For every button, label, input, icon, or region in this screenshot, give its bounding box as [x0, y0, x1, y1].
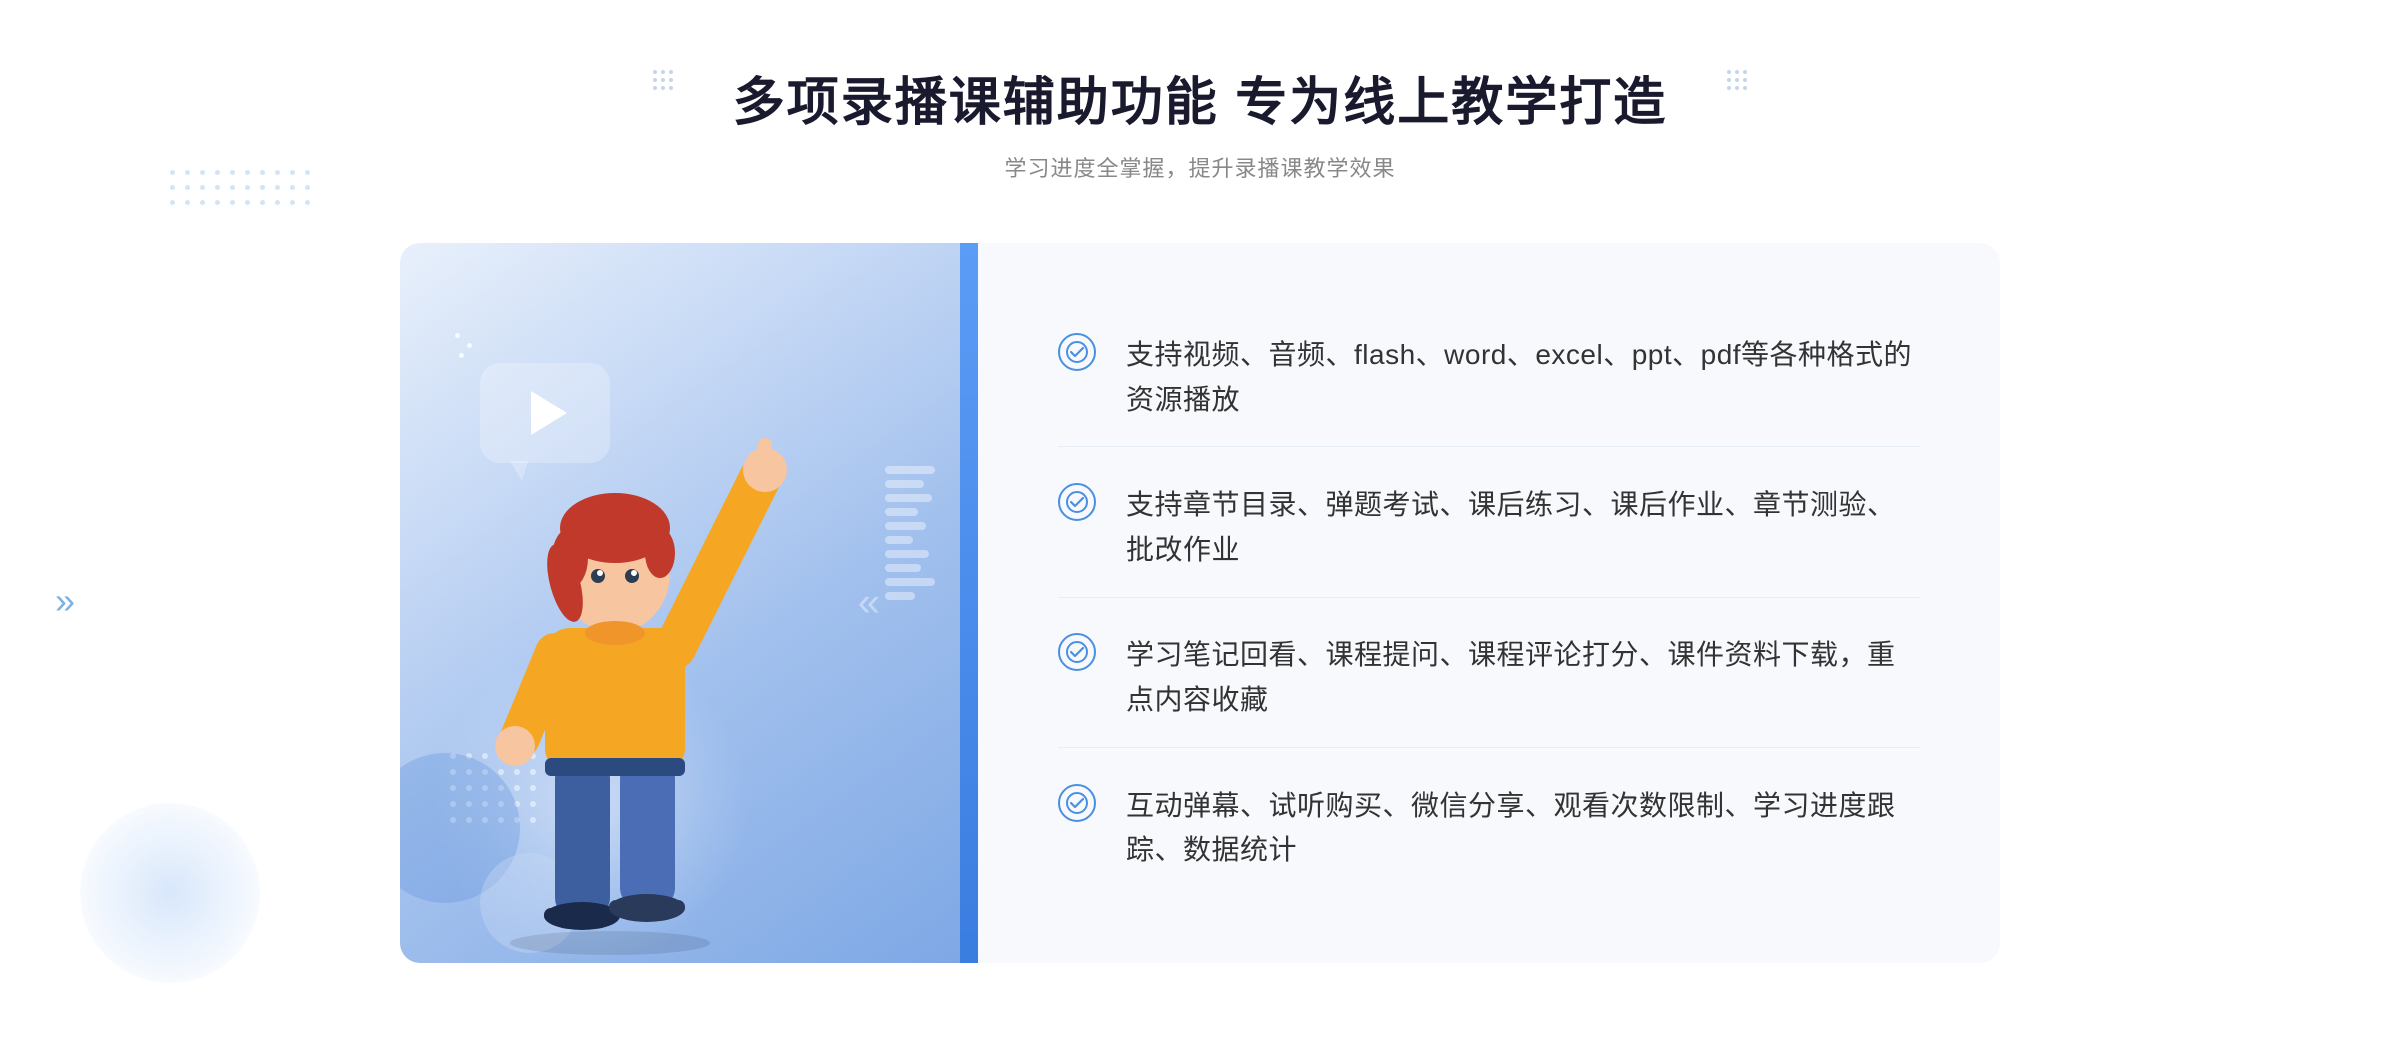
feature-item-2: 支持章节目录、弹题考试、课后练习、课后作业、章节测验、批改作业 [1058, 459, 1920, 598]
sparkle-dots [455, 333, 472, 358]
feature-text-3: 学习笔记回看、课程提问、课程评论打分、课件资料下载，重点内容收藏 [1126, 633, 1920, 723]
feature-text-1: 支持视频、音频、flash、word、excel、ppt、pdf等各种格式的资源… [1126, 333, 1920, 423]
bg-dot-pattern-top-left [170, 170, 310, 205]
check-icon-3 [1066, 641, 1088, 663]
blue-bar [960, 243, 978, 963]
check-icon-2 [1066, 491, 1088, 513]
content-area: « [400, 243, 2000, 963]
header-dots-right [1727, 70, 1747, 90]
person-illustration [450, 398, 790, 963]
features-panel: 支持视频、音频、flash、word、excel、ppt、pdf等各种格式的资源… [978, 243, 2000, 963]
check-circle-1 [1058, 333, 1096, 371]
check-circle-2 [1058, 483, 1096, 521]
check-icon-4 [1066, 792, 1088, 814]
illustration-panel: « [400, 243, 960, 963]
main-title: 多项录播课辅助功能 专为线上教学打造 [733, 60, 1667, 135]
page-container: 多项录播课辅助功能 专为线上教学打造 学习进度全掌握，提升录播课教学效果 [0, 0, 2400, 1043]
feature-item-4: 互动弹幕、试听购买、微信分享、观看次数限制、学习进度跟踪、数据统计 [1058, 760, 1920, 898]
striped-bar [885, 443, 940, 623]
check-circle-3 [1058, 633, 1096, 671]
sub-title: 学习进度全掌握，提升录播课教学效果 [733, 151, 1667, 183]
check-circle-4 [1058, 784, 1096, 822]
bg-circle-blue [80, 803, 260, 983]
header-section: 多项录播课辅助功能 专为线上教学打造 学习进度全掌握，提升录播课教学效果 [733, 60, 1667, 183]
feature-item-1: 支持视频、音频、flash、word、excel、ppt、pdf等各种格式的资源… [1058, 309, 1920, 448]
feature-text-4: 互动弹幕、试听购买、微信分享、观看次数限制、学习进度跟踪、数据统计 [1126, 784, 1920, 874]
chevron-left-icon: » [55, 580, 75, 622]
feature-item-3: 学习笔记回看、课程提问、课程评论打分、课件资料下载，重点内容收藏 [1058, 609, 1920, 748]
check-icon-1 [1066, 341, 1088, 363]
feature-text-2: 支持章节目录、弹题考试、课后练习、课后作业、章节测验、批改作业 [1126, 483, 1920, 573]
illus-chevron-icon: « [858, 581, 880, 626]
header-dots-left [653, 70, 673, 90]
